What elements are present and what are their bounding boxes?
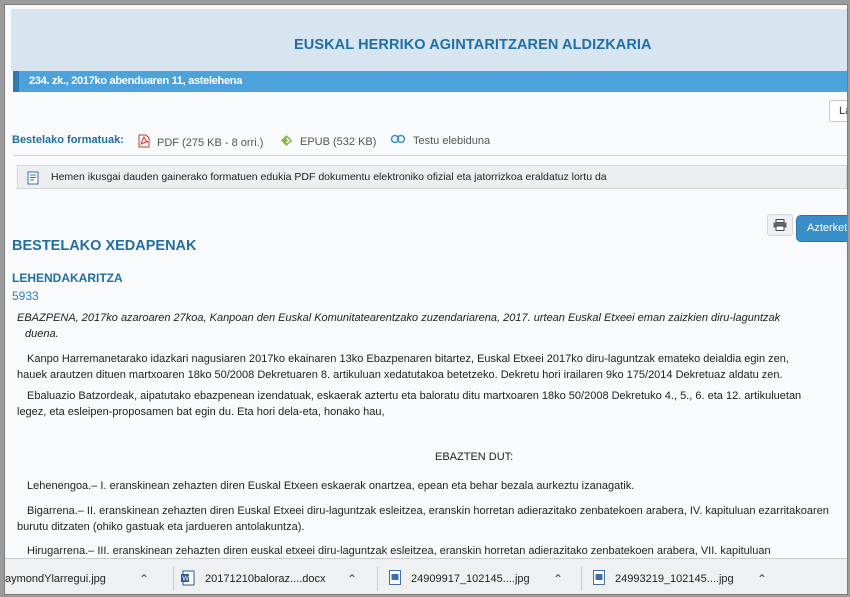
issue-date: 234. zk., 2017ko abenduaren 11, astelehe… — [29, 75, 243, 87]
svg-text:W: W — [182, 575, 189, 582]
word-file-icon: W — [181, 570, 195, 589]
language-tab[interactable]: La — [829, 100, 847, 122]
document-info-icon — [27, 171, 39, 190]
bilingual-text-link[interactable]: Testu elebiduna — [390, 134, 490, 147]
epub-link[interactable]: EPUB (532 KB) — [280, 134, 376, 150]
first-article: Lehenengoa.– I. eranskinean zehazten dir… — [27, 480, 635, 492]
download-item[interactable]: 24909917_102145....jpg ⌃ — [389, 559, 579, 594]
pdf-label: PDF (275 KB - 8 orri.) — [157, 136, 264, 149]
download-filename: 24993219_102145....jpg — [615, 573, 734, 585]
pdf-link[interactable]: PDF (275 KB - 8 orri.) — [138, 134, 263, 151]
downloads-bar: aymondYlarregui.jpg ⌃ W 20171210baloraz.… — [5, 558, 847, 594]
department-heading: LEHENDAKARITZA — [12, 271, 123, 285]
chevron-up-icon[interactable]: ⌃ — [139, 572, 149, 586]
print-button[interactable] — [767, 214, 793, 236]
download-filename: 20171210baloraz....docx — [205, 573, 326, 585]
download-item[interactable]: aymondYlarregui.jpg ⌃ — [5, 559, 175, 594]
download-filename: 24909917_102145....jpg — [411, 573, 530, 585]
download-item[interactable]: W 20171210baloraz....docx ⌃ — [181, 559, 371, 594]
paragraph-1-line-1: Kanpo Harremanetarako idazkari nagusiare… — [27, 353, 789, 365]
epub-label: EPUB (532 KB) — [300, 136, 377, 148]
divider — [581, 567, 582, 591]
download-filename: aymondYlarregui.jpg — [5, 573, 106, 585]
bilingual-icon — [390, 134, 406, 147]
chevron-up-icon[interactable]: ⌃ — [757, 572, 767, 586]
paragraph-2-line-1: Ebaluazio Batzordeak, aipatutako ebazpen… — [27, 390, 802, 402]
summary-line-1: EBAZPENA, 2017ko azaroaren 27koa, Kanpoa… — [17, 312, 781, 324]
second-article-line-2: burutu ditzaten (ohiko gastuak eta jardu… — [17, 521, 305, 533]
issue-bar: 234. zk., 2017ko abenduaren 11, astelehe… — [13, 71, 847, 92]
formats-label: Bestelako formatuak: — [12, 134, 124, 146]
resolution-heading: EBAZTEN DUT: — [435, 451, 514, 463]
section-heading: BESTELAKO XEDAPENAK — [12, 238, 197, 254]
chevron-up-icon[interactable]: ⌃ — [347, 572, 357, 586]
paragraph-2-line-2: legez, eta esleipen-proposamen bat egin … — [17, 406, 385, 418]
browser-frame: EUSKAL HERRIKO AGINTARITZAREN ALDIZKARIA… — [4, 4, 848, 595]
bilingual-label: Testu elebiduna — [413, 134, 491, 147]
pdf-icon — [138, 134, 150, 151]
document-number-link[interactable]: 5933 — [12, 289, 39, 303]
third-article: Hirugarrena.– III. eranskinean zehazten … — [27, 545, 771, 557]
image-file-icon — [389, 570, 401, 588]
site-title[interactable]: EUSKAL HERRIKO AGINTARITZAREN ALDIZKARIA — [294, 37, 652, 53]
image-file-icon — [593, 570, 605, 588]
divider — [173, 567, 174, 591]
printer-icon — [773, 219, 787, 231]
epub-icon — [280, 134, 293, 150]
paragraph-1-line-2: hauek arautzen dituen martxoaren 18ko 50… — [17, 369, 783, 381]
second-article-line-1: Bigarrena.– II. eranskinean zehazten dir… — [27, 505, 829, 517]
divider — [13, 155, 847, 156]
summary-line-2: duena. — [25, 328, 59, 340]
notice-box: Hemen ikusgai dauden gainerako formatuen… — [17, 165, 847, 189]
divider — [377, 567, 378, 591]
chevron-up-icon[interactable]: ⌃ — [553, 572, 563, 586]
notice-text: Hemen ikusgai dauden gainerako formatuen… — [51, 171, 607, 183]
examine-button[interactable]: Azterketa — [796, 215, 847, 242]
site-header: EUSKAL HERRIKO AGINTARITZAREN ALDIZKARIA — [11, 9, 847, 71]
download-item[interactable]: 24993219_102145....jpg ⌃ — [593, 559, 783, 594]
